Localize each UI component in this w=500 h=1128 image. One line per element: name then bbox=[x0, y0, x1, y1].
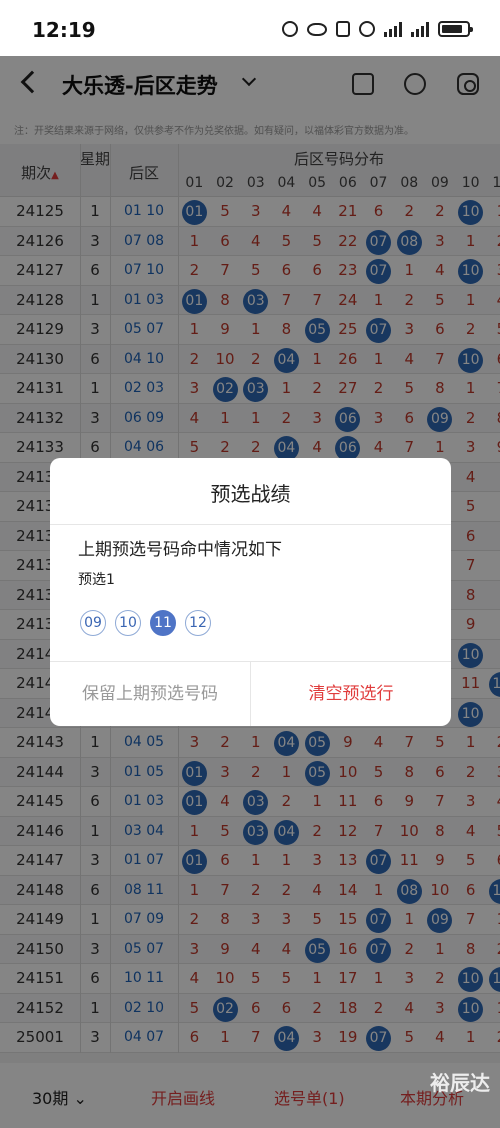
dialog-title: 预选战绩 bbox=[210, 482, 291, 506]
dialog-message: 上期预选号码命中情况如下 bbox=[78, 540, 282, 560]
pick-ball: 12 bbox=[185, 610, 211, 636]
signal-2-icon bbox=[411, 21, 429, 37]
pick-numbers: 09 10 11 12 bbox=[80, 610, 211, 636]
preselect-label: 预选1 bbox=[78, 572, 115, 588]
clock: 12:19 bbox=[32, 18, 96, 42]
battery-icon bbox=[438, 21, 473, 37]
pick-ball: 10 bbox=[115, 610, 141, 636]
status-icons bbox=[282, 21, 473, 37]
keep-preselect-button[interactable]: 保留上期预选号码 bbox=[50, 662, 250, 726]
bottom-toolbar: 30期 ⌄ 开启画线 选号单(1) 本期分析 裕辰达 bbox=[0, 1063, 500, 1128]
footer-overlay bbox=[0, 1063, 500, 1128]
nfc-icon bbox=[336, 21, 350, 37]
status-bar: 12:19 bbox=[0, 0, 500, 56]
signal-icon bbox=[384, 21, 402, 37]
preselect-result-dialog: 预选战绩 上期预选号码命中情况如下 预选1 09 10 11 12 保留上期预选号码 … bbox=[50, 458, 451, 726]
eye-icon bbox=[307, 22, 327, 36]
alarm-icon bbox=[282, 21, 298, 37]
wifi-icon bbox=[359, 21, 375, 37]
pick-ball: 09 bbox=[80, 610, 106, 636]
watermark: 裕辰达 bbox=[430, 1071, 490, 1095]
pick-hit-ball: 11 bbox=[150, 610, 176, 636]
clear-preselect-button[interactable]: 清空预选行 bbox=[251, 662, 451, 726]
dialog-divider bbox=[50, 524, 451, 525]
